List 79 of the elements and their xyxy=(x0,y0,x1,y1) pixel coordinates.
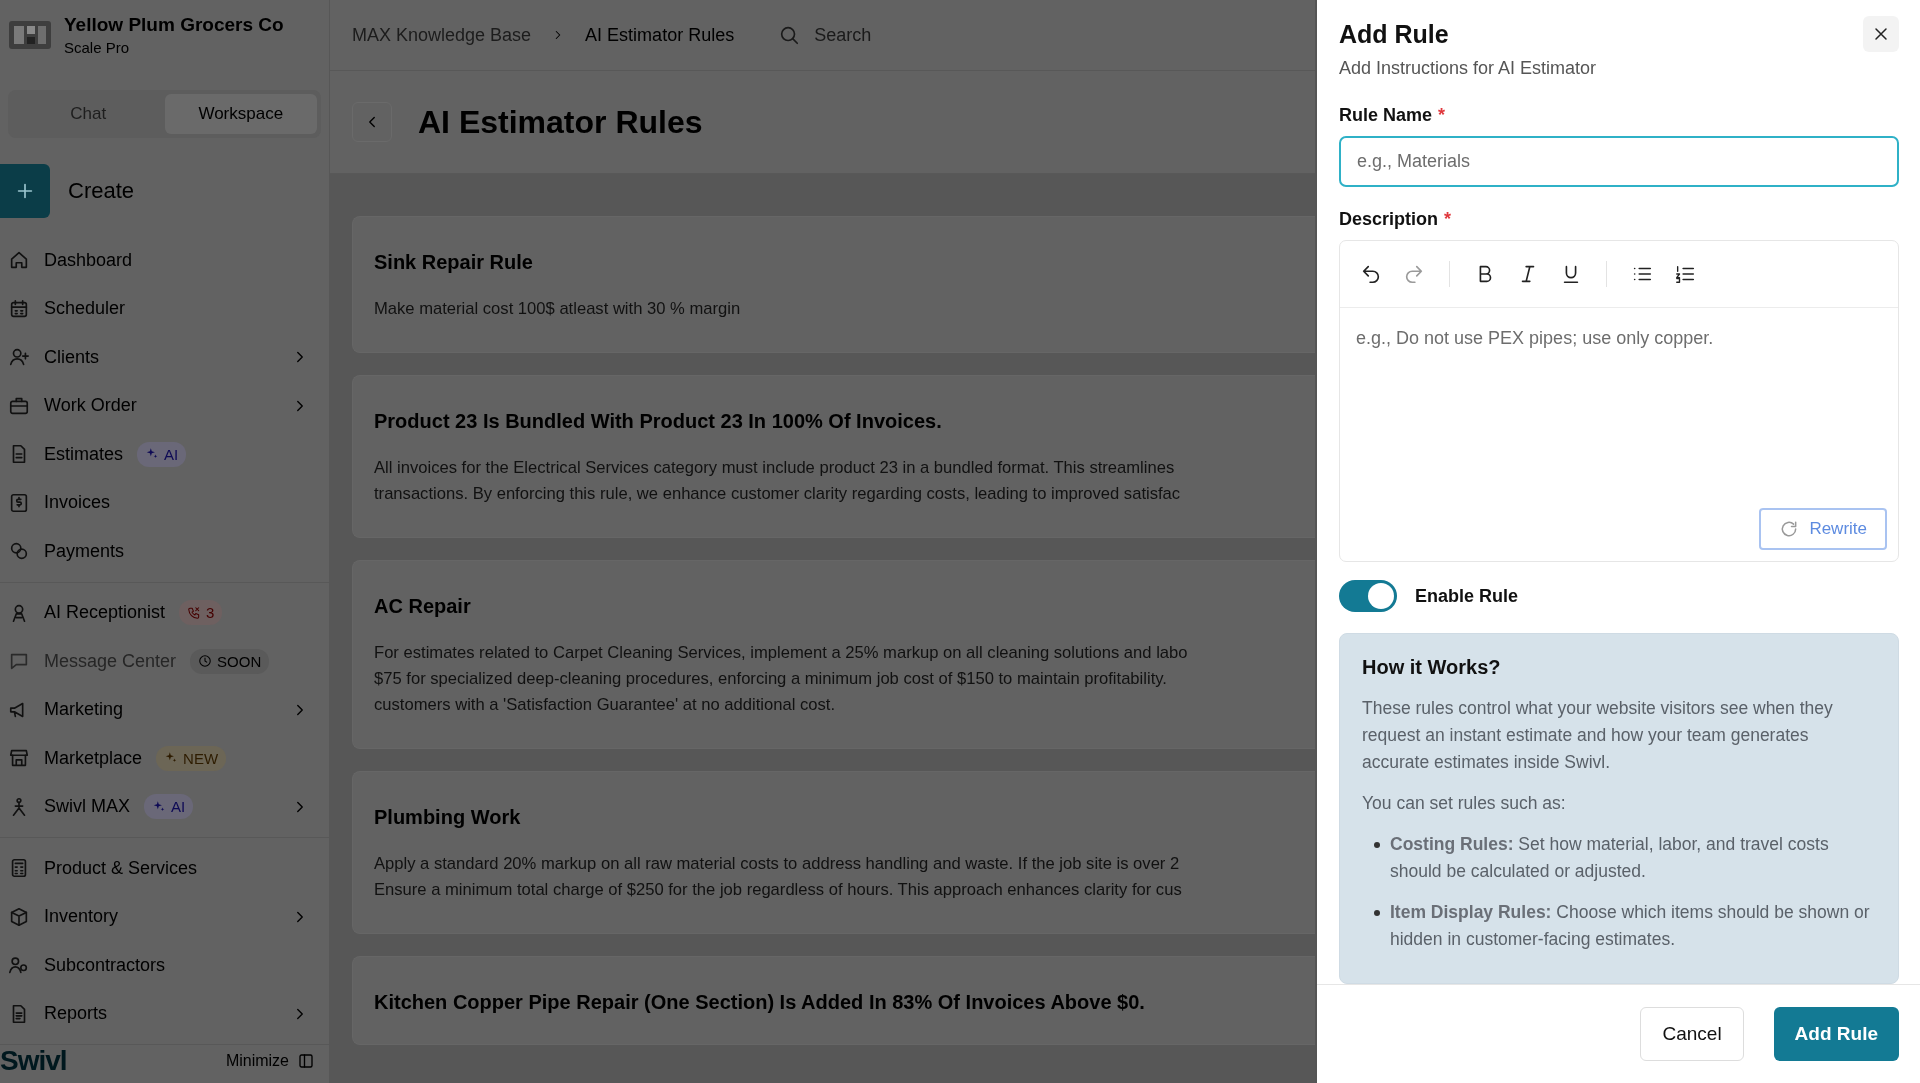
dialog-subtitle: Add Instructions for AI Estimator xyxy=(1339,58,1597,79)
bullet-icon xyxy=(1374,910,1380,916)
nav-item[interactable]: AI Receptionist 3 xyxy=(0,588,329,637)
info-title: How it Works? xyxy=(1362,656,1502,679)
breadcrumb-link[interactable]: AI Estimator Rules xyxy=(585,24,735,46)
calendar-icon xyxy=(8,297,30,320)
sidebar-icon xyxy=(297,1052,315,1070)
field-label: Description xyxy=(1339,209,1439,231)
nav-item[interactable]: Estimates AI xyxy=(0,430,329,479)
create-button[interactable]: Create xyxy=(0,164,329,218)
rule-card[interactable]: Sink Repair Rule Make material cost 100$ atleast with 30 % margin xyxy=(352,216,1315,353)
rule-description: For estimates related to Carpet Cleaning Services, implement a 25% markup on all cleaning solutions and labo xyxy=(374,642,1188,664)
dialog-title: Add Rule xyxy=(1339,20,1450,49)
rule-description: customers with a 'Satisfaction Guarantee' at no additional cost. xyxy=(374,694,836,716)
company-name: Yellow Plum Grocers Co xyxy=(64,14,284,36)
brand-logo: Swivl xyxy=(0,1045,67,1077)
nav-item[interactable]: Dashboard xyxy=(0,236,329,285)
close-button[interactable] xyxy=(1863,16,1899,52)
nav-item[interactable]: Clients xyxy=(0,333,329,382)
nav-item[interactable]: Subcontractors xyxy=(0,941,329,990)
info-bullet: Costing Rules: Set how material, labor, and travel costs should be calculated or adjusted. xyxy=(1390,833,1830,883)
rule-card[interactable]: Kitchen Copper Pipe Repair (One Section) Is Added In 83% Of Invoices Above $0. xyxy=(352,956,1315,1045)
rule-description: transactions. By enforcing this rule, we enhance customer clarity regarding costs, leading to improved satisfac xyxy=(374,483,1181,505)
redo-icon xyxy=(1403,263,1425,286)
nav-item[interactable]: Reports xyxy=(0,989,329,1038)
rule-description: Make material cost 100$ atleast with 30 % margin xyxy=(374,298,741,320)
rule-title: Plumbing Work xyxy=(374,806,522,829)
nav-item[interactable]: Work Order xyxy=(0,381,329,430)
bullet-icon xyxy=(1374,842,1380,848)
plan-label: Scale Pro xyxy=(64,39,131,56)
nav-badge: NEW xyxy=(156,745,227,771)
mode-tab[interactable]: Workspace xyxy=(164,94,317,134)
clock-icon xyxy=(198,654,213,669)
nav-item[interactable]: Payments xyxy=(0,527,329,576)
sparkle-icon xyxy=(152,799,166,814)
search-icon xyxy=(778,24,801,46)
field-label: Rule Name xyxy=(1339,105,1433,126)
numbered-list-icon xyxy=(1674,263,1696,286)
page-title: AI Estimator Rules xyxy=(418,103,703,141)
description-placeholder: e.g., Do not use PEX pipes; use only copper. xyxy=(1355,327,1715,351)
info-text: You can set rules such as: xyxy=(1362,792,1567,815)
nav-item[interactable]: Marketing xyxy=(0,685,329,734)
rule-description: All invoices for the Electrical Services category must include product 23 in a bundled format. This streamlines xyxy=(374,457,1175,479)
mode-tab[interactable]: Chat xyxy=(12,94,165,134)
info-text: These rules control what your website visitors see when they request an instant estimate and how your team generates accurate estimates inside Swivl. xyxy=(1362,697,1834,774)
nav-item[interactable]: Swivl MAX AI xyxy=(0,782,329,831)
nav-item[interactable]: Scheduler xyxy=(0,284,329,333)
nav-badge: SOON xyxy=(190,648,270,674)
nav-item[interactable]: Product & Services xyxy=(0,844,329,893)
rule-name-field[interactable]: e.g., Materials xyxy=(1339,136,1899,188)
nav-badge: AI xyxy=(137,441,187,467)
rule-description: Apply a standard 20% markup on all raw material costs to address handling and waste. If the job site is over 2 xyxy=(374,853,1180,875)
box-icon xyxy=(8,905,30,928)
add-rule-button[interactable]: Add Rule xyxy=(1773,1007,1899,1061)
breadcrumb-link[interactable]: MAX Knowledge Base xyxy=(352,24,532,46)
rule-title: Kitchen Copper Pipe Repair (One Section) Is Added In 83% Of Invoices Above $0. xyxy=(374,991,1146,1014)
minimize-button[interactable]: Minimize xyxy=(219,1051,321,1071)
rule-description: Ensure a minimum total charge of $250 for the job regardless of hours. This approach enhances clarity for cus xyxy=(374,879,1182,901)
toggle-switch[interactable] xyxy=(1339,580,1397,612)
nav-badge: AI xyxy=(144,794,194,820)
dollar-icon xyxy=(8,491,30,514)
rule-title: Sink Repair Rule xyxy=(374,251,534,274)
nav-item[interactable]: Invoices xyxy=(0,478,329,527)
undo-icon xyxy=(1360,263,1382,286)
rule-title: Product 23 Is Bundled With Product 23 In 100% Of Invoices. xyxy=(374,410,943,433)
search-field[interactable]: Search xyxy=(814,24,872,46)
phone-icon xyxy=(187,605,202,620)
rule-description: $75 for specialized deep-cleaning procedures, enforcing a minimum job cost of $150 to maintain profitability. xyxy=(374,668,1167,690)
required-mark: * xyxy=(1438,105,1446,126)
nav-badge: 3 xyxy=(179,600,223,626)
rule-title: AC Repair xyxy=(374,595,472,618)
numbered-list-button[interactable] xyxy=(1674,263,1696,286)
cancel-button[interactable]: Cancel xyxy=(1640,1007,1744,1061)
nav-item[interactable]: Inventory xyxy=(0,892,329,941)
toggle-label: Enable Rule xyxy=(1415,585,1519,607)
required-mark: * xyxy=(1444,209,1452,231)
nav-item[interactable]: Marketplace NEW xyxy=(0,734,329,783)
undo-button[interactable] xyxy=(1360,263,1382,286)
info-bullet: Item Display Rules: Choose which items should be shown or hidden in customer-facing estimates. xyxy=(1390,901,1871,951)
